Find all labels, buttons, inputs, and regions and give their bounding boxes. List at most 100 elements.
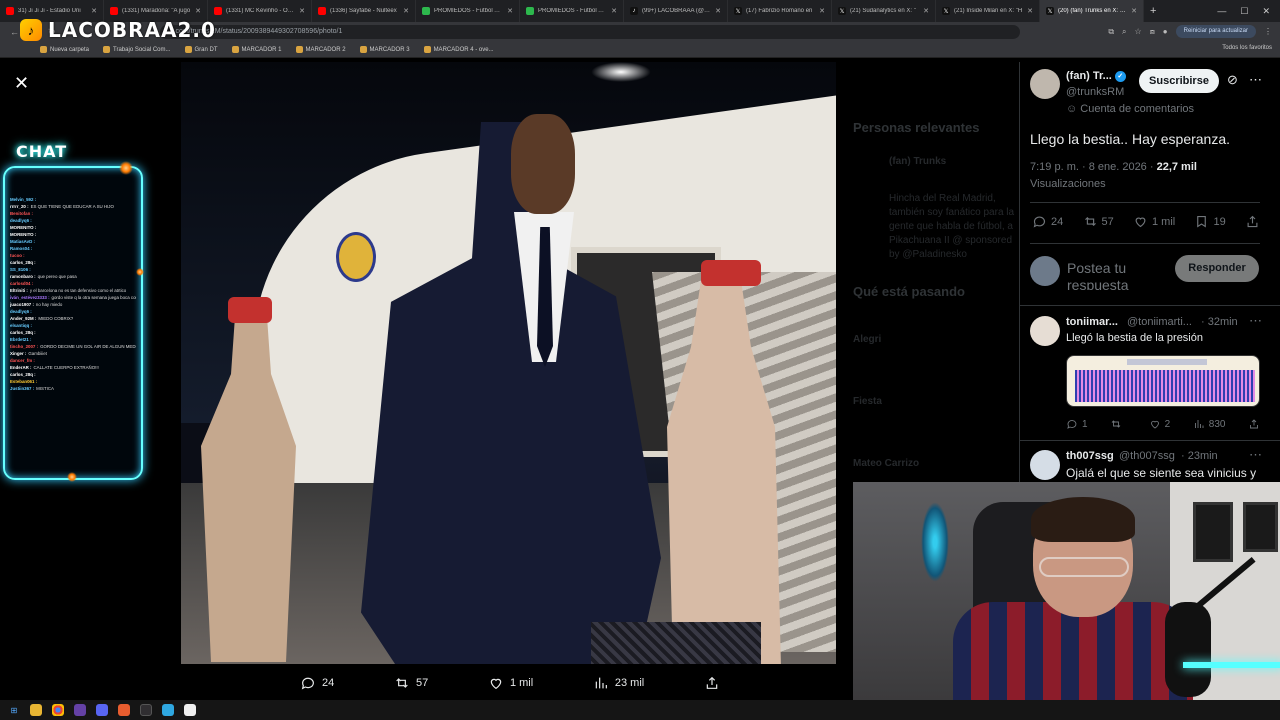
profile-icon[interactable]: ● <box>1163 27 1168 36</box>
tab-close-icon[interactable]: ✕ <box>507 7 513 15</box>
obs-icon[interactable] <box>140 704 152 716</box>
author-avatar[interactable] <box>1030 69 1060 99</box>
reply-reply-button[interactable]: 1 <box>1066 418 1088 430</box>
more-options-icon[interactable]: ⋯ <box>1249 447 1262 463</box>
install-icon[interactable]: ⧉ <box>1108 27 1114 37</box>
close-icon[interactable]: ✕ <box>14 74 32 92</box>
tab-close-icon[interactable]: ✕ <box>1027 7 1033 15</box>
app-icon[interactable] <box>162 704 174 716</box>
reply-icon <box>1033 216 1046 228</box>
bookmark-item[interactable]: MARCADOR 1 <box>231 46 282 53</box>
bookmark-item[interactable]: MARCADOR 3 <box>359 46 410 53</box>
tab-close-icon[interactable]: ✕ <box>923 7 929 15</box>
more-options-icon[interactable]: ⋯ <box>1249 72 1262 88</box>
share-button[interactable] <box>1245 214 1260 229</box>
like-button[interactable]: 1 mil <box>1133 214 1175 229</box>
photo-share-button[interactable] <box>704 675 720 691</box>
reply-author-name[interactable]: th007ssg <box>1066 450 1114 462</box>
tweet-timestamp[interactable]: 7:19 p. m. · 8 ene. 2026 · <box>1030 161 1154 173</box>
more-options-icon[interactable]: ⋯ <box>1249 313 1262 329</box>
file-explorer-icon[interactable] <box>30 704 42 716</box>
reply-button[interactable]: 24 <box>1032 214 1063 229</box>
subscribe-button[interactable]: Suscribirse <box>1139 69 1219 93</box>
tweet-photo[interactable] <box>181 62 836 664</box>
chat-username: MORENITO : <box>10 225 37 230</box>
photo-like-button[interactable]: 1 mil <box>488 675 533 691</box>
browser-tab[interactable]: (1336) Sayfabe - Nulteex ✕ <box>312 0 416 22</box>
chat-title: CHAT <box>16 142 68 161</box>
tab-close-icon[interactable]: ✕ <box>1131 7 1137 15</box>
update-button[interactable]: Reiniciar para actualizar <box>1175 25 1256 38</box>
tab-close-icon[interactable]: ✕ <box>715 7 721 15</box>
chrome-icon[interactable] <box>52 704 64 716</box>
discord-icon[interactable] <box>96 704 108 716</box>
app-icon[interactable] <box>184 704 196 716</box>
browser-tab[interactable]: PROMIEDOS - Futbol Arg ✕ <box>520 0 624 22</box>
reply-author-handle[interactable]: @th007ssg <box>1119 450 1175 462</box>
bg-person-name: (fan) Trunks <box>889 156 947 167</box>
bookmark-item[interactable]: Trabajo Social Com... <box>103 46 171 53</box>
start-icon[interactable]: ⊞ <box>8 704 20 716</box>
reply-submit-button[interactable]: Responder <box>1175 255 1259 282</box>
zoom-icon[interactable]: ⌕ <box>1122 27 1126 37</box>
browser-tab[interactable]: 𝕏 (20) (fan) Trunks en X: "Lle ✕ <box>1040 0 1144 22</box>
url-field[interactable]: x.com/trunksRM/status/200938944930270859… <box>160 25 1020 39</box>
browser-tab[interactable]: PROMIEDOS - Futbol Arg ✕ <box>416 0 520 22</box>
tab-close-icon[interactable]: ✕ <box>611 7 617 15</box>
browser-tab[interactable]: 𝕏 (21) Sudanalytics en X: " ✕ <box>832 0 936 22</box>
photo-reply-button[interactable]: 24 <box>300 675 334 691</box>
reply-repost-button[interactable] <box>1110 418 1126 430</box>
reply-avatar[interactable] <box>1030 316 1060 346</box>
reply-views-button[interactable]: 830 <box>1193 418 1225 430</box>
tab-close-icon[interactable]: ✕ <box>403 7 409 15</box>
browser-tab[interactable]: ♪ (99+) LACOBRAAA (@lac ✕ <box>624 0 728 22</box>
reply-author-name[interactable]: toniimar... <box>1066 316 1118 328</box>
reply-time[interactable]: · 32min <box>1201 316 1238 328</box>
tab-close-icon[interactable]: ✕ <box>195 7 201 15</box>
promiedos-icon <box>422 7 430 15</box>
tab-close-icon[interactable]: ✕ <box>91 7 97 15</box>
bookmark-item[interactable]: MARCADOR 4 - ove... <box>423 46 494 53</box>
repost-button[interactable]: 57 <box>1083 214 1114 229</box>
close-window-icon[interactable]: ✕ <box>1262 6 1270 17</box>
tab-close-icon[interactable]: ✕ <box>819 7 825 15</box>
browser-tab[interactable]: (1331) MC Kevinho - O Gr ✕ <box>208 0 312 22</box>
photo-repost-button[interactable]: 57 <box>394 675 428 691</box>
grok-icon[interactable]: ⊘ <box>1227 72 1238 88</box>
reply-time[interactable]: · 23min <box>1181 450 1218 462</box>
reply-author-handle[interactable]: @toniimarti... <box>1127 316 1192 328</box>
bookmark-item[interactable]: Nueva carpeta <box>40 46 89 53</box>
bookmark-label: Nueva carpeta <box>50 46 90 53</box>
reply-attached-image[interactable] <box>1066 355 1260 407</box>
bookmark-item[interactable]: Gran DT <box>184 46 218 53</box>
chat-username: carlos_28q : <box>10 372 36 377</box>
reply-like-button[interactable]: 2 <box>1149 418 1170 430</box>
chat-username: MORENITO : <box>10 232 37 237</box>
tab-close-icon[interactable]: ✕ <box>299 7 305 15</box>
back-icon[interactable]: ← <box>10 27 19 38</box>
star-icon[interactable]: ☆ <box>1135 27 1142 36</box>
author-handle[interactable]: @trunksRM <box>1066 86 1124 98</box>
chat-message: carlos_28q : <box>10 329 136 336</box>
maximize-icon[interactable]: ☐ <box>1240 6 1248 17</box>
photo-views-button[interactable]: 23 mil <box>593 675 644 691</box>
browser-tab[interactable]: 𝕏 (21) Inside Milan en X: "H ✕ <box>936 0 1040 22</box>
reply-input[interactable]: Postea tu respuesta <box>1067 260 1177 290</box>
minimize-icon[interactable]: — <box>1217 6 1226 16</box>
menu-icon[interactable]: ⋮ <box>1264 27 1272 36</box>
bg-person-bio: Hincha del Real Madrid, también soy faná… <box>889 193 1015 260</box>
app-icon[interactable] <box>118 704 130 716</box>
player-bag <box>591 622 761 664</box>
new-tab-icon[interactable]: + <box>1144 5 1162 17</box>
bookmark-item[interactable]: MARCADOR 2 <box>295 46 346 53</box>
reply-avatar[interactable] <box>1030 450 1060 480</box>
bookmark-button[interactable]: 19 <box>1194 214 1226 229</box>
own-avatar[interactable] <box>1030 256 1060 286</box>
divider <box>1030 202 1260 203</box>
browser-tab[interactable]: 𝕏 (17) Fabrizio Romano en ✕ <box>728 0 832 22</box>
reply-share-button[interactable] <box>1248 418 1260 430</box>
author-name[interactable]: (fan) Tr... ✓ <box>1066 70 1126 82</box>
all-bookmarks-folder[interactable]: Todos los favoritos <box>1222 45 1272 51</box>
extensions-icon[interactable]: ⧈ <box>1150 27 1155 37</box>
app-icon[interactable] <box>74 704 86 716</box>
